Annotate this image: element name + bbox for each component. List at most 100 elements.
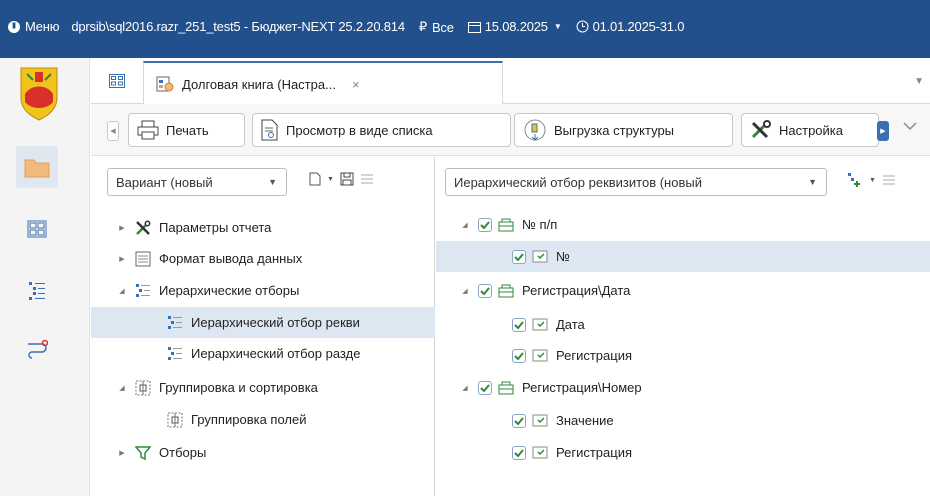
field-icon [532,445,548,461]
hierarchy-filter-label: Иерархический отбор реквизитов (новый [454,174,702,190]
checkbox-checked[interactable] [512,317,526,332]
hierarchy-icon [167,346,183,362]
filter-group-label: Регистрация\Номер [522,380,642,395]
collapse-arrow-icon[interactable]: ◢ [458,384,472,392]
filter-field-row[interactable]: Регистрация [436,437,930,468]
checkbox-checked[interactable] [478,283,492,298]
budget-filter[interactable]: ₽ Все [419,19,454,35]
filter-group-row[interactable]: ◢ Регистрация\Дата [458,275,930,306]
field-icon [532,413,548,429]
budget-filter-label: Все [431,19,454,35]
tree-item-hierarchical-filters[interactable]: ◢ Иерархические отборы [115,275,435,306]
printer-icon [137,120,159,140]
tools-icon [751,120,771,139]
toolbar: ◀ Печать Просмотр в виде списка Выгрузка… [91,104,930,156]
grouping-icon [135,380,151,396]
filter-field-row[interactable]: Дата [436,309,930,340]
folder-icon [24,159,50,178]
grouping-icon [167,412,183,428]
close-icon[interactable]: × [352,77,360,92]
tree-item-requisites-filter[interactable]: Иерархический отбор рекви [91,307,435,338]
calendar-icon [467,21,481,33]
print-button[interactable]: Печать [128,113,245,147]
new-document-icon[interactable] [309,172,321,186]
checkbox-checked[interactable] [512,413,526,428]
collapse-arrow-icon[interactable]: ◢ [115,287,129,295]
folder-group-icon [498,380,514,396]
toolbar-scroll-right[interactable]: ▶ [877,121,889,141]
save-icon[interactable] [340,172,354,186]
tab-label: Долговая книга (Настра... [182,76,336,92]
rail-routes-button[interactable] [16,328,58,370]
collapse-arrow-icon[interactable]: ◢ [458,221,472,229]
collapse-arrow-icon[interactable]: ◢ [115,384,129,392]
tree-item-label: Иерархический отбор разде [191,346,361,361]
filter-field-row[interactable]: Регистрация [436,340,930,371]
report-settings-icon [156,76,174,92]
chevron-down-icon[interactable]: ▼ [327,176,334,183]
expand-arrow-icon[interactable]: ▶ [115,255,129,263]
tree-item-sections-filter[interactable]: Иерархический отбор разде [91,338,435,369]
filter-field-label: Дата [556,317,585,332]
menu-button[interactable]: Меню [7,19,60,34]
expand-arrow-icon[interactable]: ▶ [115,449,129,457]
variant-label: Вариант (новый [116,174,213,190]
report-settings-panel: Вариант (новый ▼ ▼ ▶ Параметры отчета ▶ … [91,157,435,496]
checkbox-checked[interactable] [512,249,526,264]
route-icon [28,339,48,359]
filter-field-row[interactable]: Значение [436,405,930,436]
list-view-button[interactable]: Просмотр в виде списка [252,113,511,147]
filter-field-label: Регистрация [556,445,632,460]
expand-arrow-icon[interactable]: ▶ [115,224,129,232]
list-icon[interactable] [360,173,374,185]
tab-debt-book[interactable]: Долговая книга (Настра... × [143,61,503,105]
tree-item-output-format[interactable]: ▶ Формат вывода данных [115,243,435,274]
filter-field-row[interactable]: № [436,241,930,272]
tab-strip: Долговая книга (Настра... × ▼ [91,58,930,105]
field-icon [532,249,548,265]
hierarchy-filter-panel: Иерархический отбор реквизитов (новый ▼ … [436,157,930,496]
power-icon [8,20,20,33]
tree-item-label: Иерархический отбор рекви [191,315,360,330]
filter-group-label: № п/п [522,217,558,232]
checkbox-checked[interactable] [512,348,526,363]
add-level-icon[interactable] [847,172,863,188]
panels-icon[interactable] [109,74,125,88]
chevron-down-icon[interactable]: ▼ [869,177,876,184]
checkbox-checked[interactable] [478,217,492,232]
collapse-arrow-icon[interactable]: ◢ [458,287,472,295]
export-structure-button[interactable]: Выгрузка структуры [514,113,733,147]
toolbar-scroll-left[interactable]: ◀ [107,121,119,141]
chevron-down-icon[interactable] [903,121,917,131]
tree-item-label: Группировка и сортировка [159,380,318,395]
date-label: 15.08.2025 [484,19,548,34]
tree-item-filters[interactable]: ▶ Отборы [115,437,435,468]
settings-button[interactable]: Настройка [741,113,879,147]
filter-group-label: Регистрация\Дата [522,283,631,298]
tree-item-field-grouping[interactable]: Группировка полей [91,404,435,435]
variant-tools: ▼ [309,172,374,186]
rail-documents-button[interactable] [16,146,58,188]
title-bar: Меню dprsib\sql2016.razr_251_test5 - Бюд… [0,0,930,58]
filter-group-row[interactable]: ◢ № п/п [458,209,930,240]
field-icon [532,348,548,364]
coat-of-arms-logo [20,67,58,121]
panels-icon [27,220,47,238]
rail-windows-button[interactable] [16,208,58,250]
date-selector[interactable]: 15.08.2025 ▼ [467,19,562,34]
left-rail [0,58,90,496]
period-selector[interactable]: 01.01.2025-31.0 [576,19,684,34]
filter-field-label: Значение [556,413,614,428]
hierarchy-filter-select[interactable]: Иерархический отбор реквизитов (новый ▼ [445,168,827,196]
checkbox-checked[interactable] [512,445,526,460]
filter-icon [135,445,151,461]
variant-select[interactable]: Вариант (новый ▼ [107,168,287,196]
tab-list-dropdown-icon[interactable]: ▼ [914,76,924,87]
list-icon[interactable] [882,174,896,186]
filter-group-row[interactable]: ◢ Регистрация\Номер [458,372,930,403]
rail-structure-button[interactable] [16,270,58,312]
tree-item-report-params[interactable]: ▶ Параметры отчета [115,212,435,243]
checkbox-checked[interactable] [478,380,492,395]
clock-icon [576,20,589,33]
tree-item-grouping-sorting[interactable]: ◢ Группировка и сортировка [115,372,435,403]
